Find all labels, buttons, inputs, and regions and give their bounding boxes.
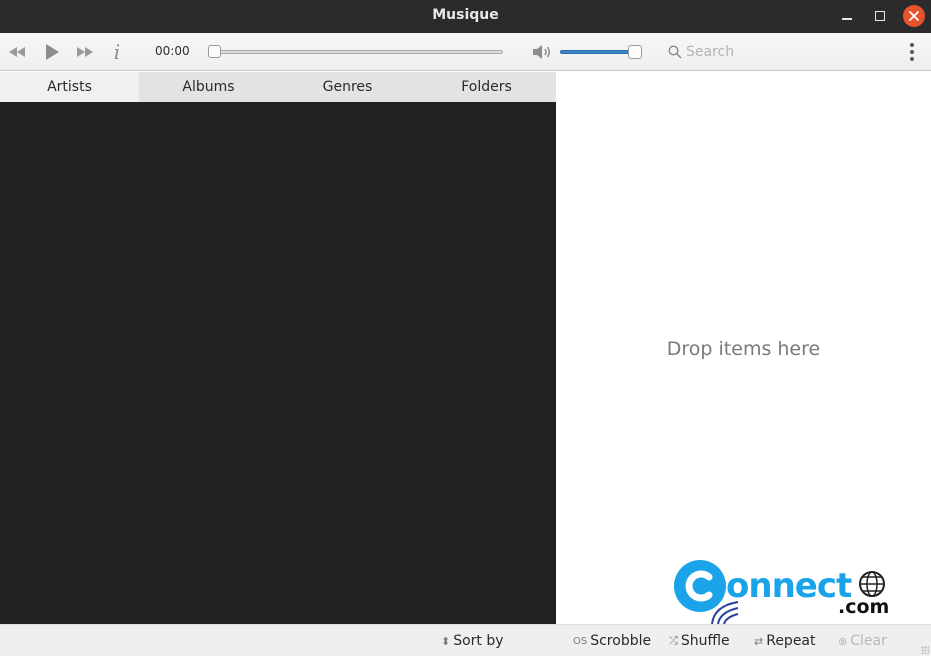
- shuffle-label: Shuffle: [680, 633, 730, 649]
- search-icon: [668, 45, 682, 59]
- repeat-icon: ⇄: [754, 634, 764, 648]
- next-button[interactable]: [74, 41, 96, 63]
- search-input[interactable]: [686, 44, 846, 60]
- view-tabs: Artists Albums Genres Folders: [0, 72, 556, 102]
- info-icon: i: [113, 40, 121, 64]
- play-button[interactable]: [41, 41, 63, 63]
- elapsed-time: 00:00: [155, 44, 190, 58]
- watermark-text: onnect: [726, 566, 852, 606]
- watermark-logo: onnect .com: [672, 560, 892, 625]
- title-bar: Musique: [0, 0, 931, 33]
- clear-label: Clear: [850, 633, 887, 649]
- tab-folders[interactable]: Folders: [417, 72, 556, 102]
- scrobble-label: Scrobble: [590, 633, 652, 649]
- tab-genres[interactable]: Genres: [278, 72, 417, 102]
- maximize-icon: [875, 11, 885, 21]
- minimize-icon: [842, 18, 852, 20]
- minimize-button[interactable]: [836, 5, 858, 27]
- lastfm-icon: OS: [573, 635, 588, 647]
- skip-back-icon: [9, 47, 25, 57]
- shuffle-button[interactable]: ⤮ Shuffle: [669, 633, 730, 649]
- status-bar: ⬍ Sort by OS Scrobble ⤮ Shuffle ⇄ Repeat…: [0, 624, 931, 656]
- clear-icon: ⊗: [838, 634, 848, 648]
- clear-button[interactable]: ⊗ Clear: [838, 633, 887, 649]
- menu-dot-icon: [910, 57, 914, 61]
- tab-albums[interactable]: Albums: [139, 72, 278, 102]
- toolbar: i 00:00: [0, 33, 931, 71]
- menu-dot-icon: [910, 43, 914, 47]
- maximize-button[interactable]: [869, 5, 891, 27]
- shuffle-icon: ⤮: [669, 634, 678, 647]
- close-button[interactable]: [903, 5, 925, 27]
- repeat-button[interactable]: ⇄ Repeat: [754, 633, 816, 649]
- search-box[interactable]: [668, 41, 868, 63]
- close-icon: [909, 11, 919, 21]
- menu-dot-icon: [910, 50, 914, 54]
- play-icon: [46, 44, 59, 60]
- window-title: Musique: [432, 7, 499, 23]
- menu-button[interactable]: [903, 41, 921, 63]
- sort-by-label: Sort by: [453, 633, 504, 649]
- repeat-label: Repeat: [766, 633, 816, 649]
- watermark-domain: .com: [838, 596, 890, 618]
- volume-slider-track[interactable]: [560, 50, 636, 54]
- seek-slider-track[interactable]: [212, 50, 503, 54]
- volume-button[interactable]: [531, 41, 553, 63]
- info-button[interactable]: i: [106, 40, 128, 64]
- volume-slider-handle[interactable]: [628, 45, 642, 59]
- sort-icon: ⬍: [441, 634, 451, 648]
- seek-slider-handle[interactable]: [208, 45, 221, 58]
- sort-by-button[interactable]: ⬍ Sort by: [441, 633, 504, 649]
- scrobble-button[interactable]: OS Scrobble: [573, 633, 651, 649]
- tab-artists[interactable]: Artists: [0, 72, 139, 102]
- resize-grip[interactable]: [921, 646, 929, 654]
- drop-items-text: Drop items here: [666, 338, 821, 360]
- skip-forward-icon: [77, 47, 93, 57]
- artist-list[interactable]: [0, 102, 556, 624]
- volume-icon: [533, 45, 550, 59]
- playlist-drop-area[interactable]: Drop items here: [556, 72, 931, 624]
- previous-button[interactable]: [6, 41, 28, 63]
